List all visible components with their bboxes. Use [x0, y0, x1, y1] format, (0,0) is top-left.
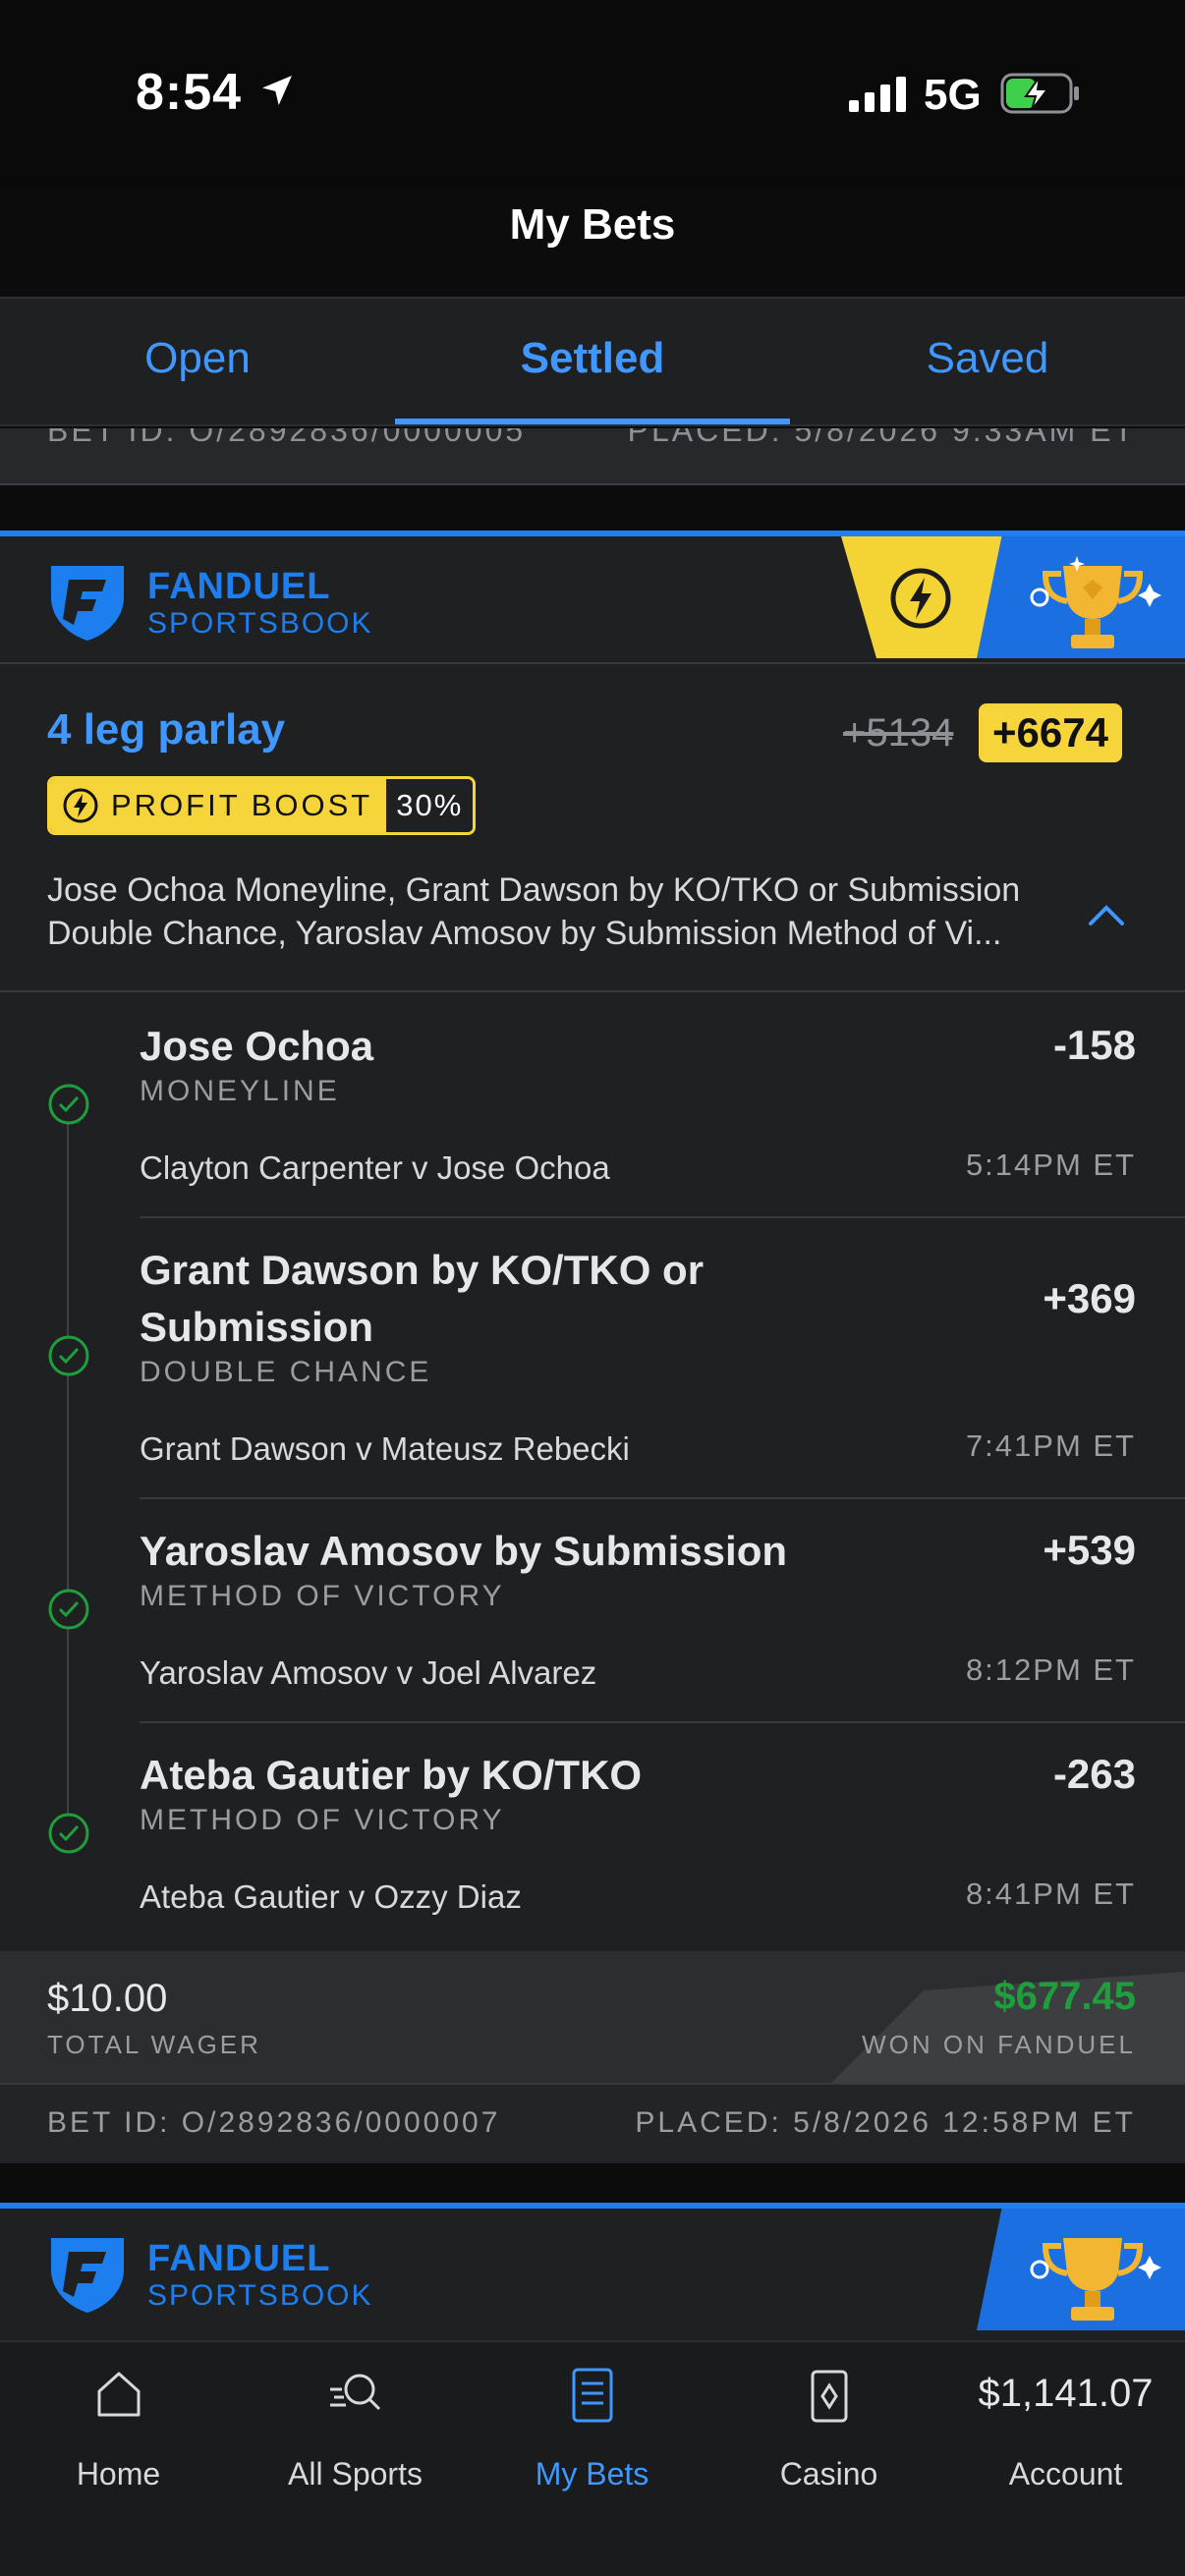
leg-time: 8:41PM ET	[965, 1876, 1136, 1911]
leg-separator	[140, 1216, 1185, 1218]
leg-time: 8:12PM ET	[965, 1652, 1136, 1687]
nav-account-label: Account	[1008, 2456, 1123, 2492]
page-title: My Bets	[509, 200, 676, 249]
won-label: WON ON FANDUEL	[862, 2030, 1136, 2059]
leg-odds: +539	[1043, 1527, 1136, 1573]
network-type: 5G	[924, 71, 982, 119]
leg-matchup: Grant Dawson v Mateusz Rebecki	[140, 1430, 630, 1467]
summary-line: Double Chance, Yaroslav Amosov by Submis…	[47, 915, 1002, 952]
leg-market: METHOD OF VICTORY	[140, 1804, 505, 1836]
profit-boost-percent: 30%	[386, 779, 474, 832]
previous-bet-placed: PLACED: 5/8/2026 9:33AM ET	[627, 428, 1136, 448]
location-arrow-icon	[262, 76, 292, 105]
tab-settled[interactable]: Settled	[395, 299, 790, 424]
fanduel-logo-icon	[51, 566, 124, 641]
check-circle-icon	[48, 1084, 89, 1125]
total-wager-amount: $10.00	[47, 1977, 168, 2020]
nav-home-label: Home	[76, 2456, 161, 2492]
account-balance: $1,141.07	[978, 2372, 1154, 2415]
brand-sub: SPORTSBOOK	[147, 2279, 373, 2312]
leg-market: DOUBLE CHANCE	[140, 1356, 432, 1388]
summary-line: Jose Ochoa Moneyline, Grant Dawson by KO…	[47, 871, 1021, 909]
boost-bolt-icon	[890, 568, 951, 629]
casino-card-icon	[811, 2370, 847, 2423]
bottom-tab-bar: Home All Sports My Bets Casino $1,141.07…	[0, 2340, 1185, 2576]
nav-casino-label: Casino	[779, 2456, 878, 2492]
bet-slip-icon	[572, 2368, 612, 2423]
leg-matchup: Yaroslav Amosov v Joel Alvarez	[140, 1654, 597, 1691]
leg-separator	[140, 1721, 1185, 1723]
leg-title: Jose Ochoa	[140, 1023, 374, 1069]
signal-icon	[849, 77, 906, 112]
leg-odds: -158	[1052, 1022, 1136, 1068]
leg-timeline	[67, 1116, 69, 1820]
won-amount: $677.45	[993, 1975, 1136, 2018]
leg-title: Ateba Gautier by KO/TKO	[140, 1752, 643, 1798]
bet-id: BET ID: O/2892836/0000007	[47, 2106, 501, 2139]
nav-home[interactable]: Home	[0, 2342, 237, 2492]
leg-title: Grant Dawson by KO/TKO or Submission	[140, 1247, 705, 1350]
brand-name: FANDUEL	[147, 566, 331, 607]
previous-bet-id: BET ID: O/2892836/0000005	[47, 428, 527, 448]
profit-boost-text: PROFIT BOOST	[111, 788, 373, 822]
original-odds: +5134	[843, 711, 954, 755]
leg-time: 5:14PM ET	[965, 1148, 1136, 1182]
battery-charging-icon	[1000, 73, 1079, 114]
leg-odds: -263	[1052, 1751, 1136, 1797]
profit-boost-badge: PROFIT BOOST 30%	[47, 776, 477, 835]
nav-all-sports[interactable]: All Sports	[237, 2342, 474, 2492]
total-wager-label: TOTAL WAGER	[47, 2030, 261, 2059]
leg-separator	[140, 1497, 1185, 1499]
leg-market: METHOD OF VICTORY	[140, 1580, 505, 1612]
nav-my-bets[interactable]: My Bets	[474, 2342, 710, 2492]
trophy-icon	[1030, 556, 1161, 648]
home-icon	[97, 2372, 140, 2417]
leg-matchup: Clayton Carpenter v Jose Ochoa	[140, 1149, 610, 1186]
trophy-icon	[1030, 2238, 1161, 2321]
wager-summary: $10.00 TOTAL WAGER $677.45 WON ON FANDUE…	[0, 1951, 1185, 2083]
leg-time: 7:41PM ET	[965, 1428, 1136, 1463]
fanduel-logo-icon	[51, 2238, 124, 2313]
status-time: 8:54	[136, 64, 243, 121]
divider	[0, 990, 1185, 992]
profit-boost-label: PROFIT BOOST	[50, 779, 387, 832]
brand-name: FANDUEL	[147, 2238, 331, 2279]
parlay-title: 4 leg parlay	[47, 705, 286, 754]
leg-odds: +369	[1043, 1275, 1136, 1321]
nav-my-bets-label: My Bets	[535, 2456, 649, 2492]
search-icon	[329, 2374, 380, 2411]
check-circle-icon	[48, 1589, 89, 1630]
leg-matchup: Ateba Gautier v Ozzy Diaz	[140, 1878, 522, 1915]
parlay-summary: Jose Ochoa Moneyline, Grant Dawson by KO…	[47, 868, 1069, 955]
nav-all-sports-label: All Sports	[288, 2456, 423, 2492]
chevron-up-icon[interactable]	[1087, 902, 1126, 927]
bet-placed: PLACED: 5/8/2026 12:58PM ET	[635, 2106, 1136, 2139]
bet-card[interactable]: FANDUEL SPORTSBOOK 4 leg parlay +5134 +6…	[0, 531, 1185, 2163]
nav-casino[interactable]: Casino	[710, 2342, 947, 2492]
tab-open[interactable]: Open	[0, 299, 395, 424]
bet-id-row: BET ID: O/2892836/0000007 PLACED: 5/8/20…	[0, 2083, 1185, 2163]
tab-saved[interactable]: Saved	[790, 299, 1185, 424]
bet-tabs: Open Settled Saved	[0, 297, 1185, 426]
leg-market: MONEYLINE	[140, 1075, 340, 1107]
previous-bet-footer: BET ID: O/2892836/0000005 PLACED: 5/8/20…	[0, 428, 1185, 485]
nav-account[interactable]: $1,141.07 Account	[947, 2342, 1184, 2492]
boosted-odds: +6674	[979, 703, 1122, 762]
check-circle-icon	[48, 1813, 89, 1854]
next-bet-card[interactable]: FANDUEL SPORTSBOOK	[0, 2203, 1185, 2340]
check-circle-icon	[48, 1335, 89, 1376]
brand-sub: SPORTSBOOK	[147, 607, 373, 640]
boost-bolt-icon	[63, 788, 98, 823]
status-bar: 8:54 5G My Bets	[0, 0, 1185, 249]
brand-header: FANDUEL SPORTSBOOK	[0, 536, 1185, 664]
leg-title: Yaroslav Amosov by Submission	[140, 1528, 787, 1574]
